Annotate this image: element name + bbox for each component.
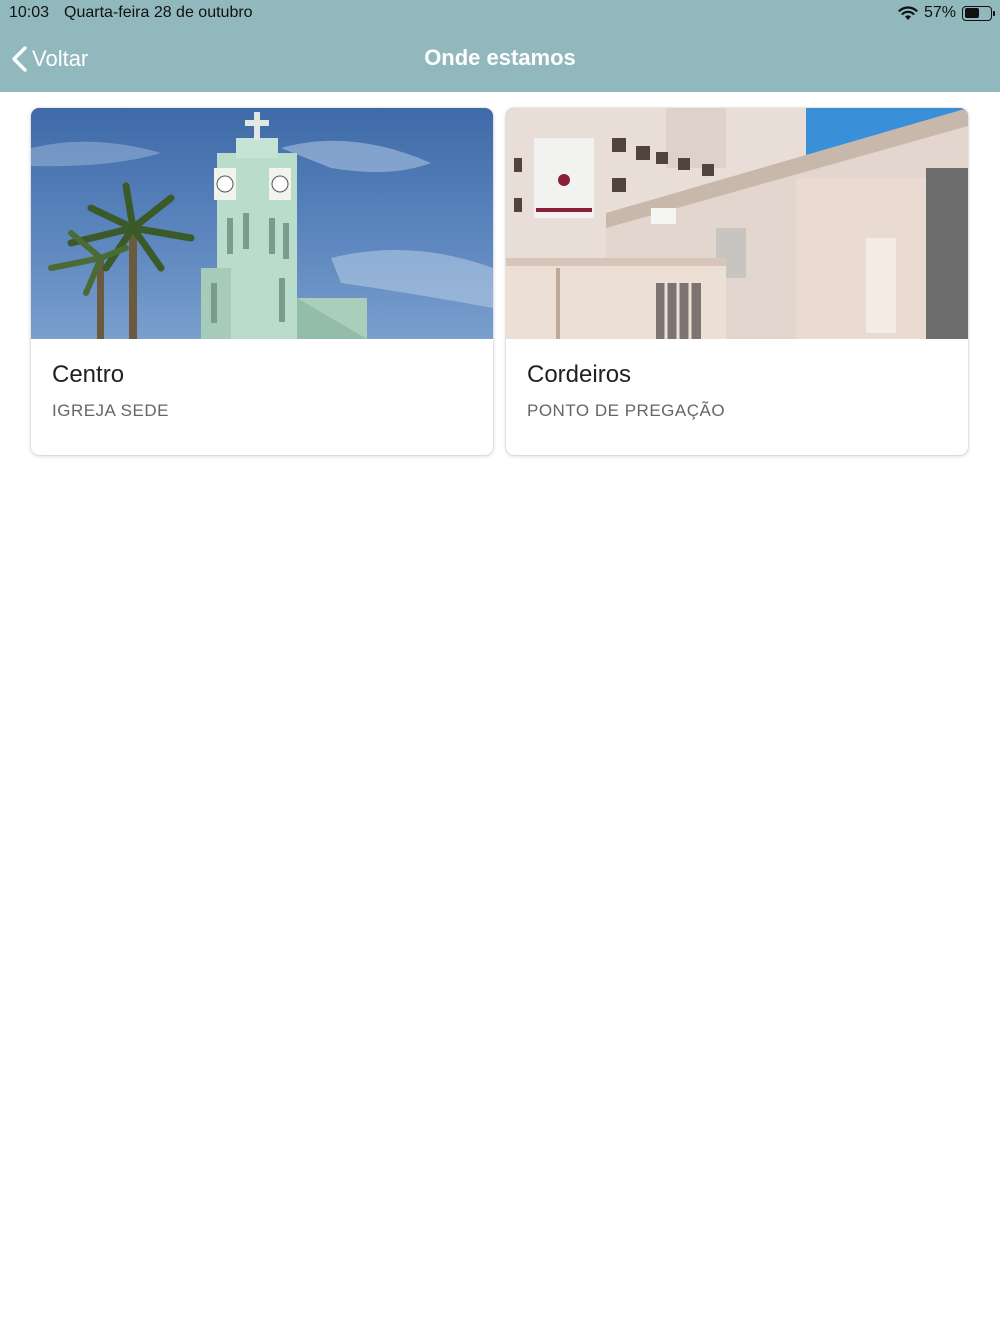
page-title: Onde estamos (424, 45, 576, 70)
status-bar: 10:03 Quarta-feira 28 de outubro 57% (0, 0, 1000, 26)
building-photo (506, 108, 968, 339)
battery-icon (962, 5, 995, 21)
location-card-centro[interactable]: Centro IGREJA SEDE (31, 108, 493, 455)
app-header: 10:03 Quarta-feira 28 de outubro 57% Vol… (0, 0, 1000, 92)
church-tower-photo (31, 108, 493, 339)
battery-percent: 57% (923, 4, 956, 21)
location-card-cordeiros[interactable]: Cordeiros PONTO DE PREGAÇÃO (506, 108, 968, 455)
status-date: Quarta-feira 28 de outubro (64, 4, 253, 21)
card-subtitle: IGREJA SEDE (52, 401, 169, 420)
card-title: Cordeiros (527, 361, 632, 388)
card-subtitle: PONTO DE PREGAÇÃO (527, 401, 726, 420)
wifi-icon (898, 6, 918, 20)
status-right: 57% (898, 4, 995, 22)
location-cards: Centro IGREJA SEDE Cordeiros PONTO DE PR… (31, 108, 969, 455)
card-title: Centro (52, 361, 125, 388)
battery-fill (964, 8, 979, 18)
status-time: 10:03 (9, 4, 50, 21)
